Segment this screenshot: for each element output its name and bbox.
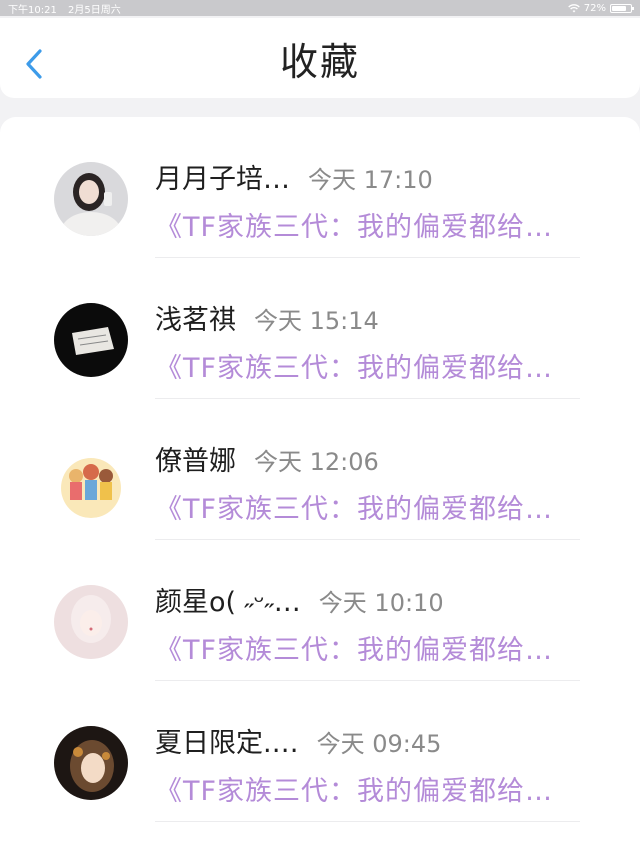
message-preview: 《TF家族三代：我的偏爱都给… <box>155 776 554 807</box>
battery-icon <box>610 3 634 13</box>
battery-percent: 72% <box>583 2 606 14</box>
timestamp: 今天 12:06 <box>254 448 379 476</box>
message-preview: 《TF家族三代：我的偏爱都给… <box>155 635 554 666</box>
title-line: 僚普娜 今天 12:06 <box>155 439 379 477</box>
list-item[interactable]: 月月子培… 今天 17:10 《TF家族三代：我的偏爱都给… <box>0 117 640 258</box>
message-preview: 《TF家族三代：我的偏爱都给… <box>155 212 554 243</box>
battery-fill <box>612 5 626 11</box>
contact-name: 僚普娜 <box>155 446 236 477</box>
nav-bar: 收藏 <box>0 18 640 98</box>
page-title: 收藏 <box>279 39 360 84</box>
avatar <box>54 726 128 800</box>
favorites-list: 月月子培… 今天 17:10 《TF家族三代：我的偏爱都给… 浅茗祺 今天 15… <box>0 117 640 853</box>
title-line: 月月子培… 今天 17:10 <box>155 157 433 195</box>
avatar <box>54 303 128 377</box>
list-item[interactable]: 夏日限定.… 今天 09:45 《TF家族三代：我的偏爱都给… <box>0 681 640 822</box>
title-line: 颜星o( ˶ᵕ˶… 今天 10:10 <box>155 580 444 618</box>
contact-name: 夏日限定.… <box>155 728 299 759</box>
list-item[interactable]: 僚普娜 今天 12:06 《TF家族三代：我的偏爱都给… <box>0 399 640 540</box>
avatar <box>54 585 128 659</box>
timestamp: 今天 09:45 <box>316 730 442 758</box>
timestamp: 今天 15:14 <box>254 307 379 335</box>
status-right: 72% <box>568 2 634 14</box>
contact-name: 颜星o( ˶ᵕ˶… <box>155 587 301 618</box>
message-preview: 《TF家族三代：我的偏爱都给… <box>155 494 554 525</box>
avatar <box>54 444 128 518</box>
back-button[interactable] <box>22 46 46 82</box>
status-bar: 下午10:21 2月5日周六 72% <box>0 0 640 16</box>
avatar <box>54 162 128 236</box>
list-item[interactable]: 颜星o( ˶ᵕ˶… 今天 10:10 《TF家族三代：我的偏爱都给… <box>0 540 640 681</box>
divider <box>155 821 580 822</box>
message-preview: 《TF家族三代：我的偏爱都给… <box>155 353 554 384</box>
wifi-icon <box>568 3 580 12</box>
title-line: 夏日限定.… 今天 09:45 <box>155 721 441 759</box>
list-item[interactable]: 浅茗祺 今天 15:14 《TF家族三代：我的偏爱都给… <box>0 258 640 399</box>
timestamp: 今天 17:10 <box>308 166 433 194</box>
status-left: 下午10:21 2月5日周六 <box>8 1 129 16</box>
chevron-left-icon <box>26 49 42 79</box>
status-time: 下午10:21 <box>8 4 57 16</box>
contact-name: 浅茗祺 <box>155 305 236 336</box>
title-line: 浅茗祺 今天 15:14 <box>155 298 379 336</box>
contact-name: 月月子培… <box>155 164 290 195</box>
status-date: 2月5日周六 <box>68 4 121 16</box>
timestamp: 今天 10:10 <box>318 589 444 617</box>
